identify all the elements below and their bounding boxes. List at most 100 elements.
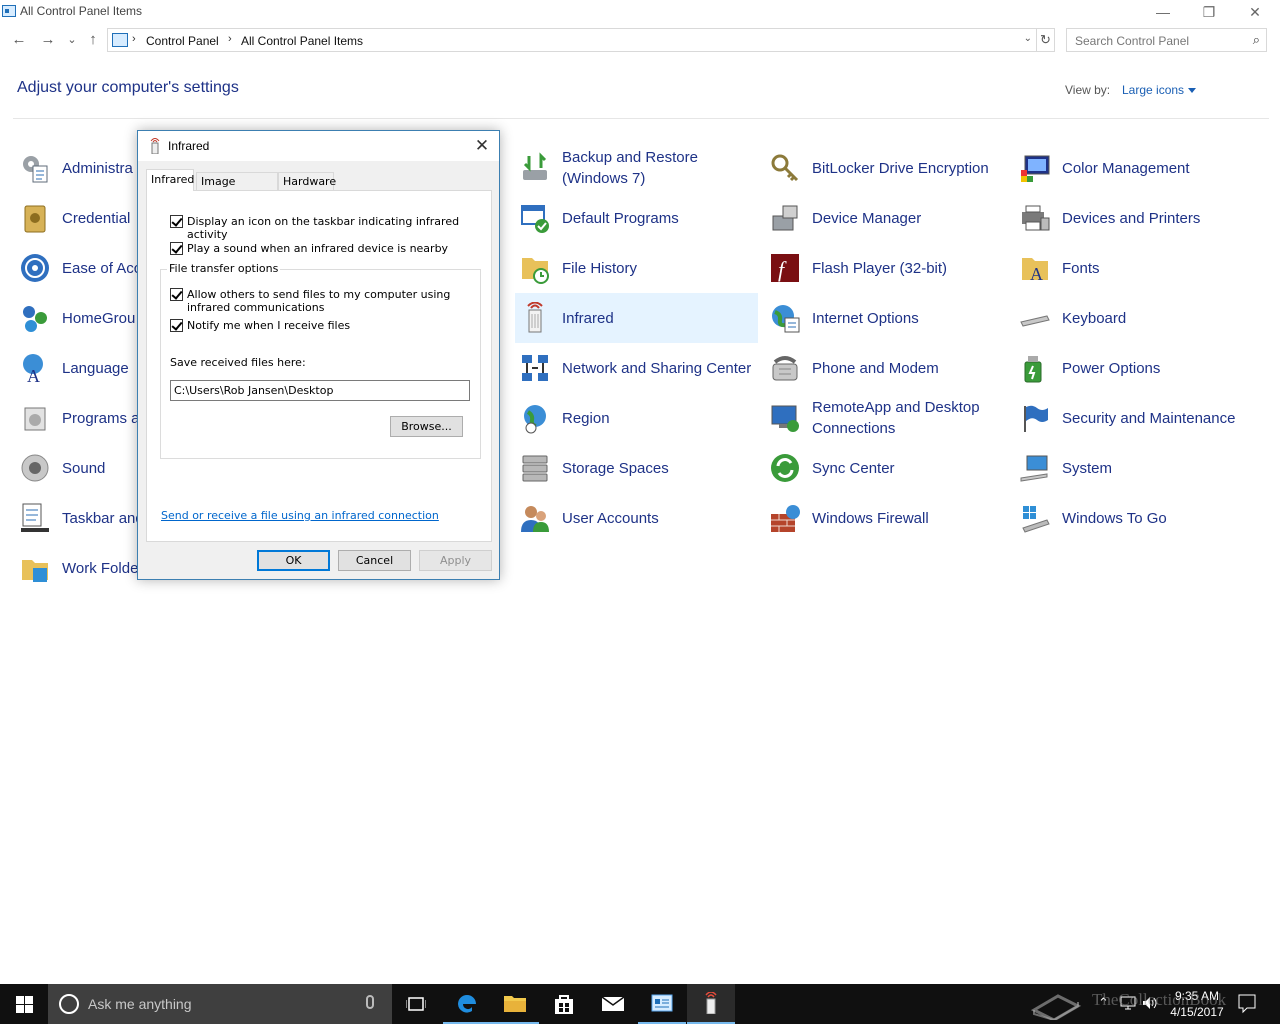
control-panel-icon (2, 5, 16, 17)
address-bar[interactable]: › Control Panel › All Control Panel Item… (107, 28, 1037, 52)
ok-button[interactable]: OK (257, 550, 330, 571)
play-sound-checkbox[interactable]: Play a sound when an infrared device is … (170, 242, 448, 255)
item-infrared[interactable]: Infrared (515, 293, 758, 343)
item-file-history[interactable]: File History (515, 243, 758, 293)
item-windows-firewall[interactable]: Windows Firewall (765, 493, 1008, 543)
item-sync-center[interactable]: Sync Center (765, 443, 1008, 493)
windows-to-go-icon (1022, 506, 1050, 533)
search-icon[interactable]: ⌕ (1253, 32, 1260, 48)
dialog-close-button[interactable]: ✕ (471, 135, 493, 157)
checkbox-checked[interactable] (170, 242, 183, 255)
maximize-button[interactable]: ❐ (1186, 0, 1232, 24)
keyboard-icon (1020, 315, 1050, 327)
item-system[interactable]: System (1015, 443, 1258, 493)
search-input[interactable]: Search Control Panel ⌕ (1066, 28, 1267, 52)
item-label: Device Manager (812, 209, 922, 227)
item-label: Region (562, 409, 610, 427)
phone-and-modem-icon (772, 356, 798, 381)
system-icon (1020, 455, 1048, 482)
item-label: BitLocker Drive Encryption (812, 159, 989, 177)
taskbar-edge[interactable] (443, 984, 491, 1024)
recent-locations-button[interactable]: ⌄ (62, 30, 82, 50)
apply-button[interactable]: Apply (419, 550, 492, 571)
save-path-field[interactable]: C:\Users\Rob Jansen\Desktop (170, 380, 470, 401)
minimize-button[interactable]: — (1140, 0, 1186, 24)
notify-label: Notify me when I receive files (187, 319, 351, 332)
display-icon-label: Display an icon on the taskbar indicatin… (187, 215, 460, 241)
item-windows-to-go[interactable]: Windows To Go (1015, 493, 1258, 543)
item-internet-options[interactable]: Internet Options (765, 293, 1008, 343)
infrared-icon (705, 992, 717, 1014)
display-icon-checkbox[interactable]: Display an icon on the taskbar indicatin… (170, 215, 491, 241)
item-label: Windows To Go (1062, 509, 1167, 527)
svg-text:A: A (27, 366, 40, 384)
checkbox-checked[interactable] (170, 319, 183, 332)
watermark-book-icon (1030, 994, 1082, 1020)
cancel-button[interactable]: Cancel (338, 550, 411, 571)
flash-player-icon: f (771, 254, 799, 282)
item-storage-spaces[interactable]: Storage Spaces (515, 443, 758, 493)
work-folders-icon (22, 560, 48, 582)
notify-checkbox[interactable]: Notify me when I receive files (170, 319, 350, 332)
send-receive-link[interactable]: Send or receive a file using an infrared… (161, 509, 439, 522)
checkbox-checked[interactable] (170, 288, 183, 301)
tab-image-transfer[interactable]: Image Transfer (196, 172, 278, 201)
taskbar-file-explorer[interactable] (491, 984, 539, 1024)
view-by-value: Large icons (1122, 83, 1185, 97)
item-fonts[interactable]: A Fonts (1015, 243, 1258, 293)
cortana-search-box[interactable]: Ask me anything (48, 984, 392, 1024)
item-bitlocker-drive-encryption[interactable]: BitLocker Drive Encryption (765, 143, 1008, 193)
item-default-programs[interactable]: Default Programs (515, 193, 758, 243)
start-button[interactable] (0, 984, 48, 1024)
browse-button[interactable]: Browse... (390, 416, 463, 437)
item-label: User Accounts (562, 509, 659, 527)
taskbar-store[interactable] (540, 984, 588, 1024)
tab-infrared[interactable]: Infrared (146, 169, 194, 191)
allow-send-checkbox[interactable]: Allow others to send files to my compute… (170, 288, 470, 314)
taskbar: Ask me anything ⌃ 9:35 AM 4/15/2017 (0, 984, 1280, 1024)
tab-hardware[interactable]: Hardware (278, 172, 336, 191)
microphone-icon[interactable] (366, 995, 374, 1009)
item-network-and-sharing-center[interactable]: Network and Sharing Center (515, 343, 758, 393)
breadcrumb-separator[interactable]: › (132, 33, 136, 45)
action-center-icon[interactable] (1238, 994, 1256, 1014)
forward-button[interactable]: → (38, 30, 58, 50)
taskbar-control-panel[interactable] (638, 984, 686, 1024)
item-label: Internet Options (812, 309, 919, 327)
item-keyboard[interactable]: Keyboard (1015, 293, 1258, 343)
item-label: RemoteApp and Desktop Connections (812, 399, 980, 437)
taskbar-mail[interactable] (589, 984, 637, 1024)
checkbox-checked[interactable] (170, 215, 183, 228)
back-button[interactable]: ← (9, 30, 29, 50)
taskbar-infrared[interactable] (687, 984, 735, 1024)
internet-options-icon (772, 305, 800, 333)
task-view-button[interactable] (392, 984, 440, 1024)
up-button[interactable]: ↑ (83, 30, 103, 50)
item-remoteapp[interactable]: RemoteApp and Desktop Connections (765, 393, 1008, 443)
breadcrumb-control-panel[interactable]: Control Panel (146, 34, 219, 48)
address-dropdown-icon[interactable]: ⌄ (1024, 33, 1032, 44)
infrared-dialog: Infrared ✕ Infrared Image Transfer Hardw… (137, 130, 500, 580)
infrared-tab-panel: Display an icon on the taskbar indicatin… (146, 190, 492, 542)
view-by-label: View by: (1065, 83, 1111, 97)
item-power-options[interactable]: Power Options (1015, 343, 1258, 393)
item-devices-and-printers[interactable]: Devices and Printers (1015, 193, 1258, 243)
item-security-and-maintenance[interactable]: Security and Maintenance (1015, 393, 1258, 443)
file-explorer-icon (504, 996, 526, 1012)
item-device-manager[interactable]: Device Manager (765, 193, 1008, 243)
refresh-button[interactable]: ↻ (1037, 28, 1055, 52)
store-icon (555, 995, 573, 1014)
item-user-accounts[interactable]: User Accounts (515, 493, 758, 543)
close-window-button[interactable]: ✕ (1232, 0, 1278, 24)
breadcrumb-separator[interactable]: › (228, 33, 232, 45)
item-flash-player[interactable]: f Flash Player (32-bit) (765, 243, 1008, 293)
item-color-management[interactable]: Color Management (1015, 143, 1258, 193)
item-label: Default Programs (562, 209, 679, 227)
task-view-icon (406, 997, 426, 1011)
item-region[interactable]: Region (515, 393, 758, 443)
breadcrumb-all-items[interactable]: All Control Panel Items (241, 34, 363, 48)
view-by-dropdown[interactable]: Large icons (1122, 83, 1197, 97)
item-phone-and-modem[interactable]: Phone and Modem (765, 343, 1008, 393)
item-label: Storage Spaces (562, 459, 669, 477)
item-backup-and-restore[interactable]: Backup and Restore (Windows 7) (515, 143, 758, 193)
